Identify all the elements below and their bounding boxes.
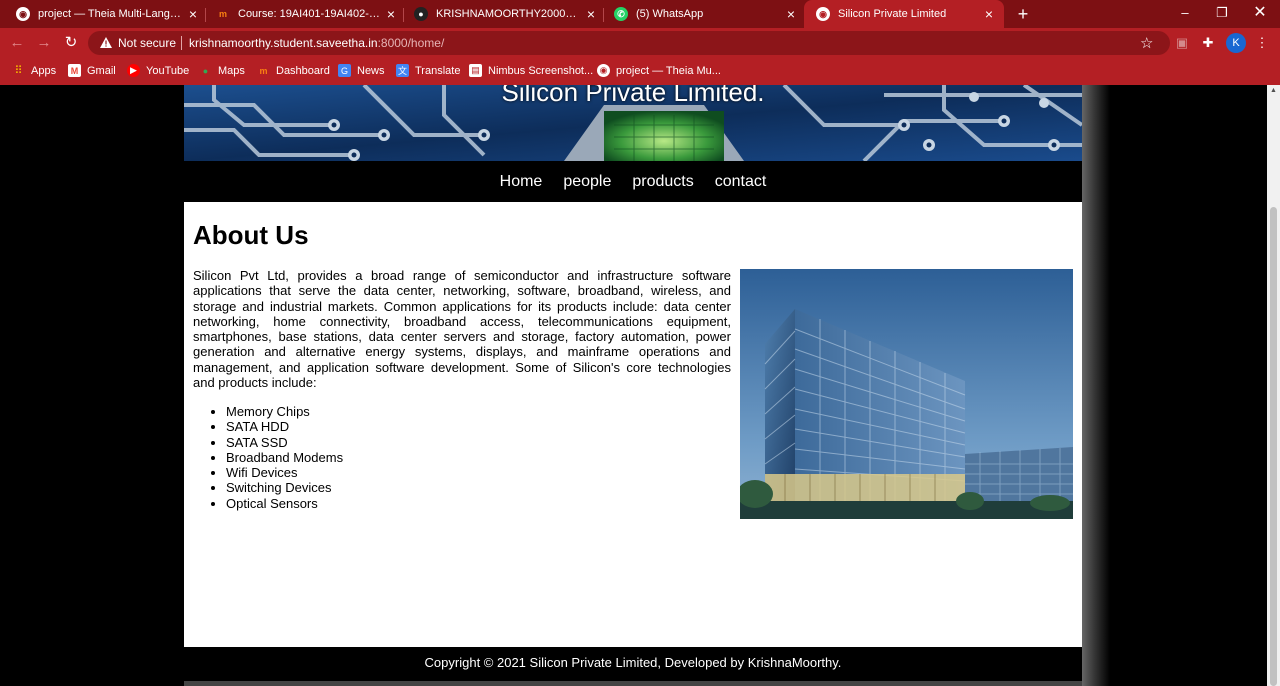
nimbus-icon: ▤ bbox=[469, 64, 482, 77]
moodle-icon: m bbox=[218, 9, 227, 19]
tab-strip: ◉ project — Theia Multi-Language × m Cou… bbox=[0, 0, 1280, 28]
github-icon: ● bbox=[414, 7, 428, 21]
header-banner: Silicon Private Limited. bbox=[184, 85, 1082, 161]
site-container: Silicon Private Limited. Home people pro… bbox=[184, 85, 1082, 686]
bookmark-label: Dashboard bbox=[276, 64, 330, 77]
nav-products-link[interactable]: products bbox=[632, 173, 693, 191]
bookmark-theia[interactable]: ◉ project — Theia Mu... bbox=[597, 64, 721, 77]
nav-home-link[interactable]: Home bbox=[500, 173, 543, 191]
maximize-icon[interactable]: ❐ bbox=[1203, 0, 1241, 28]
about-section: About Us Silicon Pvt Ltd, provides a bro… bbox=[184, 202, 1082, 647]
bookmark-label: Translate bbox=[415, 64, 461, 77]
scrollbar-thumb[interactable] bbox=[1270, 207, 1277, 686]
whatsapp-icon: ✆ bbox=[614, 7, 628, 21]
news-icon: G bbox=[338, 64, 351, 77]
translate-icon: 文 bbox=[396, 64, 409, 77]
extension-icon[interactable]: ▣ bbox=[1174, 35, 1190, 51]
security-label[interactable]: Not secure bbox=[118, 36, 176, 50]
new-tab-icon[interactable]: + bbox=[1013, 4, 1033, 24]
apps-grid-icon: ⠿ bbox=[14, 65, 23, 77]
close-window-icon[interactable]: ✕ bbox=[1241, 0, 1279, 28]
tab-theia[interactable]: ◉ project — Theia Multi-Language × bbox=[16, 0, 206, 28]
minimize-icon[interactable]: – bbox=[1166, 0, 1204, 28]
list-item: SATA HDD bbox=[226, 419, 343, 434]
page-viewport: Silicon Private Limited. Home people pro… bbox=[0, 85, 1280, 686]
site-footer: Copyright © 2021 Silicon Private Limited… bbox=[184, 647, 1082, 681]
youtube-icon: ▶ bbox=[127, 64, 140, 77]
reload-icon[interactable]: ↻ bbox=[62, 34, 80, 52]
maps-pin-icon: ● bbox=[202, 65, 209, 76]
list-item: SATA SSD bbox=[226, 435, 343, 450]
list-item: Wifi Devices bbox=[226, 465, 343, 480]
close-tab-icon[interactable]: × bbox=[584, 7, 598, 21]
bookmark-label: Gmail bbox=[87, 64, 116, 77]
tab-whatsapp[interactable]: ✆ (5) WhatsApp × bbox=[614, 0, 798, 28]
bookmark-label: Maps bbox=[218, 64, 245, 77]
gmail-icon: M bbox=[68, 64, 81, 77]
bookmark-youtube[interactable]: ▶ YouTube bbox=[127, 64, 189, 77]
bookmark-translate[interactable]: 文 Translate bbox=[396, 64, 460, 77]
bookmark-label: Nimbus Screenshot... bbox=[488, 64, 594, 77]
tab-title: (5) WhatsApp bbox=[636, 8, 704, 20]
close-tab-icon[interactable]: × bbox=[982, 7, 996, 21]
nav-people-link[interactable]: people bbox=[563, 173, 611, 191]
footer-edge bbox=[184, 681, 1082, 686]
tab-title: KRISHNAMOORTHY20004963/co bbox=[436, 8, 581, 20]
bookmark-dashboard[interactable]: m Dashboard bbox=[257, 64, 330, 77]
warning-icon bbox=[100, 37, 112, 48]
about-heading: About Us bbox=[193, 220, 309, 250]
office-building-image bbox=[740, 269, 1073, 519]
bookmark-label: YouTube bbox=[146, 64, 190, 77]
bookmark-label: project — Theia Mu... bbox=[616, 64, 721, 77]
scroll-up-arrow-icon[interactable]: ▲ bbox=[1267, 87, 1280, 97]
about-paragraph: Silicon Pvt Ltd, provides a broad range … bbox=[193, 268, 731, 391]
forward-icon[interactable]: → bbox=[35, 34, 53, 52]
bookmark-nimbus[interactable]: ▤ Nimbus Screenshot... bbox=[469, 64, 593, 77]
menu-kebab-icon[interactable]: ⋮ bbox=[1254, 35, 1270, 51]
close-tab-icon[interactable]: × bbox=[384, 7, 398, 21]
bookmark-star-icon[interactable]: ☆ bbox=[1140, 34, 1153, 52]
list-item: Broadband Modems bbox=[226, 450, 343, 465]
bookmark-maps[interactable]: ● Maps bbox=[199, 64, 245, 77]
list-item: Switching Devices bbox=[226, 480, 343, 495]
bookmarks-bar: ⠿ Apps M Gmail ▶ YouTube ● Maps m Dashbo… bbox=[0, 58, 1280, 85]
product-list: Memory Chips SATA HDD SATA SSD Broadband… bbox=[226, 404, 343, 511]
url-host: krishnamoorthy.student.saveetha.in bbox=[189, 36, 378, 50]
tab-title: Silicon Private Limited bbox=[838, 8, 947, 20]
close-tab-icon[interactable]: × bbox=[186, 7, 200, 21]
puzzle-extensions-icon[interactable]: ✚ bbox=[1200, 35, 1216, 51]
moodle-icon: m bbox=[259, 65, 268, 76]
bookmark-label: Apps bbox=[31, 64, 57, 77]
address-bar[interactable]: Not secure krishnamoorthy.student.saveet… bbox=[88, 31, 1170, 55]
globe-icon: ◉ bbox=[16, 7, 30, 21]
page-shadow bbox=[1082, 85, 1110, 686]
divider bbox=[181, 36, 182, 50]
bookmark-gmail[interactable]: M Gmail bbox=[68, 64, 116, 77]
main-nav: Home people products contact bbox=[184, 161, 1082, 202]
bookmark-news[interactable]: G News bbox=[338, 64, 385, 77]
bookmark-label: News bbox=[357, 64, 385, 77]
tab-course[interactable]: m Course: 19AI401-19AI402-Fundamentals × bbox=[216, 0, 404, 28]
bookmark-apps[interactable]: ⠿ Apps bbox=[12, 64, 57, 78]
tab-silicon[interactable]: ◉ Silicon Private Limited × bbox=[804, 0, 1004, 28]
back-icon[interactable]: ← bbox=[8, 34, 26, 52]
profile-avatar[interactable]: K bbox=[1226, 33, 1246, 53]
tab-title: Course: 19AI401-19AI402-Fundamentals bbox=[238, 8, 383, 20]
globe-icon: ◉ bbox=[597, 64, 610, 77]
browser-toolbar: ← → ↻ Not secure krishnamoorthy.student.… bbox=[0, 28, 1280, 58]
site-title: Silicon Private Limited. bbox=[501, 85, 765, 107]
list-item: Optical Sensors bbox=[226, 496, 343, 511]
scrollbar[interactable]: ▲ bbox=[1267, 85, 1280, 686]
url-text[interactable]: krishnamoorthy.student.saveetha.in:8000/… bbox=[189, 36, 444, 50]
tab-title: project — Theia Multi-Language bbox=[38, 8, 181, 20]
tab-github[interactable]: ● KRISHNAMOORTHY20004963/co × bbox=[414, 0, 604, 28]
globe-icon: ◉ bbox=[816, 7, 830, 21]
close-tab-icon[interactable]: × bbox=[784, 7, 798, 21]
nav-contact-link[interactable]: contact bbox=[715, 173, 767, 191]
url-path: :8000/home/ bbox=[377, 36, 445, 50]
list-item: Memory Chips bbox=[226, 404, 343, 419]
